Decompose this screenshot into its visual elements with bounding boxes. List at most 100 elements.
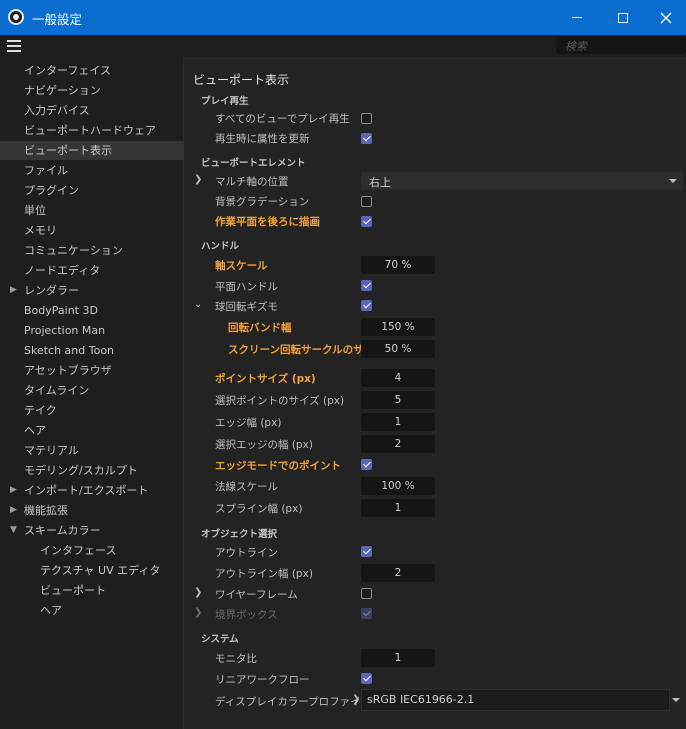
sidebar-item-node-editor[interactable]: ノードエディタ (0, 261, 184, 280)
label-selected-edge-width: 選択エッジの幅 (px) (215, 439, 313, 451)
expand-arrow-icon[interactable]: ▶ (10, 481, 17, 500)
label-point-size: ポイントサイズ (px) (215, 373, 316, 385)
sidebar-item-import-export[interactable]: ▶ インポート/エクスポート (0, 481, 184, 500)
label-sphere-gizmo: 球回転ギズモ (215, 301, 278, 313)
sidebar-item-hair[interactable]: ヘア (0, 421, 184, 440)
spline-width-field[interactable]: 1 (361, 499, 435, 517)
sidebar-item-modeling-sculpt[interactable]: モデリング/スカルプト (0, 461, 184, 480)
normal-scale-field[interactable]: 100 % (361, 477, 435, 495)
sidebar-item-takes[interactable]: テイク (0, 401, 184, 420)
sidebar-item-materials[interactable]: マテリアル (0, 441, 184, 460)
page-title: ビューポート表示 (193, 73, 290, 87)
screen-circle-field[interactable]: 50 % (361, 340, 435, 358)
chevron-right-icon[interactable]: ❯ (352, 694, 360, 705)
sidebar-item-interface[interactable]: インターフェイス (0, 61, 184, 80)
sidebar-item-input-devices[interactable]: 入力デバイス (0, 101, 184, 120)
sidebar-subitem-viewport[interactable]: ビューポート (0, 581, 184, 600)
checkbox-workplane-behind[interactable] (361, 216, 372, 227)
expand-arrow-icon[interactable]: ▶ (10, 501, 17, 520)
section-header-viewport-element: ビューポートエレメント (201, 158, 306, 169)
window-title: 一般設定 (32, 12, 83, 27)
checkbox-bounding-box[interactable] (361, 608, 372, 619)
checkbox-edge-mode-points[interactable] (361, 459, 372, 470)
label-edge-width: エッジ幅 (px) (215, 417, 282, 429)
label-workplane-behind: 作業平面を後ろに描画 (215, 216, 320, 228)
settings-panel: ビューポート表示 プレイ再生 すべてのビューでプレイ再生 再生時に属性を更新 ビ… (184, 57, 686, 729)
sidebar-subitem-uv-editor[interactable]: テクスチャ UV エディタ (0, 561, 184, 580)
sidebar: インターフェイス ナビゲーション 入力デバイス ビューポートハードウェア ビュー… (0, 57, 184, 729)
section-header-play: プレイ再生 (201, 96, 249, 107)
checkbox-play-all-views[interactable] (361, 113, 372, 124)
label-update-attributes: 再生時に属性を更新 (215, 133, 310, 145)
sidebar-subitem-hair[interactable]: ヘア (0, 601, 184, 620)
hamburger-menu-icon[interactable] (7, 40, 21, 52)
maximize-button[interactable] (600, 0, 646, 35)
label-bounding-box: 境界ボックス (215, 609, 278, 621)
sidebar-item-bodypaint[interactable]: BodyPaint 3D (0, 301, 184, 320)
point-size-field[interactable]: 4 (361, 369, 435, 387)
close-button[interactable] (646, 0, 686, 35)
expand-arrow-icon[interactable]: ▶ (10, 281, 17, 300)
section-header-object-selection: オブジェクト選択 (201, 529, 278, 540)
label-multi-axis: マルチ軸の位置 (215, 176, 289, 188)
sidebar-item-plugins[interactable]: プラグイン (0, 181, 184, 200)
maximize-icon (618, 12, 628, 23)
sidebar-item-projection-man[interactable]: Projection Man (0, 321, 184, 340)
checkbox-update-attributes[interactable] (361, 133, 372, 144)
checkbox-sphere-gizmo[interactable] (361, 300, 372, 311)
label-spline-width: スプライン幅 (px) (215, 503, 303, 515)
label-play-all-views: すべてのビューでプレイ再生 (215, 113, 350, 125)
sidebar-item-memory[interactable]: メモリ (0, 221, 184, 240)
sidebar-item-sketch-and-toon[interactable]: Sketch and Toon (0, 341, 184, 360)
outline-width-field[interactable]: 2 (361, 564, 435, 582)
sidebar-item-communication[interactable]: コミュニケーション (0, 241, 184, 260)
chevron-down-icon[interactable]: ⌄ (194, 299, 202, 310)
dropdown-arrow-icon[interactable] (672, 698, 680, 702)
minimize-icon (572, 17, 582, 18)
chevron-right-icon[interactable]: ❯ (194, 587, 202, 598)
section-header-handles: ハンドル (201, 241, 240, 252)
checkbox-plane-handle[interactable] (361, 280, 372, 291)
checkbox-outline[interactable] (361, 546, 372, 557)
chevron-right-icon[interactable]: ❯ (194, 174, 202, 185)
minimize-button[interactable] (554, 0, 600, 35)
selected-point-size-field[interactable]: 5 (361, 391, 435, 409)
label-display-profile: ディスプレイカラープロファイル (215, 696, 372, 708)
edge-width-field[interactable]: 1 (361, 413, 435, 431)
search-placeholder: 検索 (565, 40, 587, 53)
label-selected-point-size: 選択ポイントのサイズ (px) (215, 395, 345, 407)
multi-axis-dropdown[interactable]: 右上 (361, 172, 683, 190)
label-outline-width: アウトライン幅 (px) (215, 568, 313, 580)
checkbox-bg-gradient[interactable] (361, 196, 372, 207)
checkbox-linear-workflow[interactable] (361, 673, 372, 684)
sidebar-item-units[interactable]: 単位 (0, 201, 184, 220)
sidebar-item-viewport-hardware[interactable]: ビューポートハードウェア (0, 121, 184, 140)
sidebar-item-navigation[interactable]: ナビゲーション (0, 81, 184, 100)
sidebar-item-extensions[interactable]: ▶ 機能拡張 (0, 501, 184, 520)
selected-edge-width-field[interactable]: 2 (361, 435, 435, 453)
sidebar-item-scheme-colors[interactable]: ▼ スキームカラー (0, 521, 184, 540)
axis-scale-field[interactable]: 70 % (361, 256, 435, 274)
sidebar-item-asset-browser[interactable]: アセットブラウザ (0, 361, 184, 380)
rotation-band-field[interactable]: 150 % (361, 318, 435, 336)
section-header-system: システム (201, 634, 239, 645)
label-axis-scale: 軸スケール (215, 260, 268, 272)
app-icon (8, 9, 24, 25)
display-profile-field[interactable]: sRGB IEC61966-2.1 (361, 689, 670, 711)
label-linear-workflow: リニアワークフロー (215, 674, 310, 686)
chevron-right-icon[interactable]: ❯ (194, 607, 202, 618)
sidebar-item-viewport-display[interactable]: ビューポート表示 (0, 141, 184, 160)
monitor-ratio-field[interactable]: 1 (361, 649, 435, 667)
collapse-arrow-icon[interactable]: ▼ (10, 521, 17, 540)
close-icon (660, 12, 672, 23)
search-input[interactable]: 検索 (556, 36, 686, 54)
label-normal-scale: 法線スケール (215, 481, 278, 493)
label-outline: アウトライン (215, 547, 278, 559)
checkbox-wireframe[interactable] (361, 588, 372, 599)
sidebar-item-timeline[interactable]: タイムライン (0, 381, 184, 400)
sidebar-subitem-interface[interactable]: インタフェース (0, 541, 184, 560)
dropdown-arrow-icon (669, 179, 677, 183)
sidebar-item-files[interactable]: ファイル (0, 161, 184, 180)
label-monitor-ratio: モニタ比 (215, 653, 257, 665)
sidebar-item-renderer[interactable]: ▶ レンダラー (0, 281, 184, 300)
